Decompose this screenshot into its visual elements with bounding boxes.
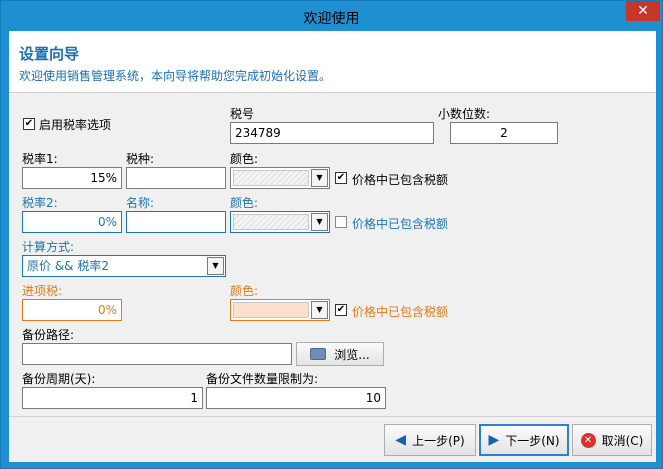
close-button[interactable]: ✕	[626, 1, 660, 21]
wizard-window: 欢迎使用 ✕ 设置向导 欢迎使用销售管理系统，本向导将帮助您完成初始化设置。 ✔…	[0, 0, 663, 469]
color1-swatch	[233, 170, 309, 186]
tax-name-input[interactable]	[126, 211, 226, 233]
include-tax1-checkbox[interactable]: ✔	[335, 172, 347, 184]
chevron-down-icon[interactable]: ▼	[311, 301, 328, 319]
tax-number-input[interactable]: 234789	[230, 122, 434, 144]
color1-label: 颜色:	[230, 152, 259, 166]
tax-name-label: 名称:	[126, 196, 155, 210]
backup-limit-label: 备份文件数量限制为:	[206, 372, 319, 386]
browse-label: 浏览...	[334, 347, 370, 362]
arrow-right-icon: ▶	[488, 432, 500, 448]
chevron-down-icon[interactable]: ▼	[207, 257, 224, 275]
header-panel: 设置向导 欢迎使用销售管理系统，本向导将帮助您完成初始化设置。	[9, 31, 656, 93]
calc-method-select[interactable]: 原价 && 税率2 ▼	[22, 255, 226, 277]
footer-divider	[9, 416, 656, 417]
page-title: 设置向导	[19, 45, 80, 63]
rate2-input[interactable]: 0%	[22, 211, 122, 233]
rate1-input[interactable]: 15%	[22, 167, 122, 189]
input-tax-input[interactable]: 0%	[22, 299, 122, 321]
color3-label: 颜色:	[230, 284, 259, 298]
decimals-input[interactable]: 2	[450, 122, 558, 144]
include-tax2-checkbox[interactable]	[335, 216, 347, 228]
title-bar: 欢迎使用 ✕	[1, 1, 662, 31]
include-tax3-label: 价格中已包含税额	[352, 305, 449, 319]
color1-picker[interactable]: ▼	[230, 167, 330, 189]
color3-swatch	[233, 302, 309, 318]
enable-tax-label: 启用税率选项	[39, 118, 112, 132]
include-tax2-label: 价格中已包含税额	[352, 217, 449, 231]
calc-method-value: 原价 && 税率2	[27, 259, 109, 273]
decimals-label: 小数位数:	[438, 107, 491, 121]
include-tax1-label: 价格中已包含税额	[352, 173, 449, 187]
arrow-left-icon: ◀	[395, 432, 407, 448]
color3-picker[interactable]: ▼	[230, 299, 330, 321]
color2-swatch	[233, 214, 309, 230]
cancel-button[interactable]: ✕ 取消(C)	[572, 424, 652, 456]
include-tax3-checkbox[interactable]: ✔	[335, 304, 347, 316]
tax-number-label: 税号	[230, 107, 255, 121]
backup-period-input[interactable]: 1	[22, 387, 203, 409]
window-title: 欢迎使用	[303, 11, 360, 27]
close-icon: ✕	[637, 3, 649, 19]
next-button-label: 下一步(N)	[505, 433, 560, 448]
calc-method-label: 计算方式:	[22, 240, 75, 254]
prev-button[interactable]: ◀ 上一步(P)	[384, 424, 476, 456]
page-subtitle: 欢迎使用销售管理系统，本向导将帮助您完成初始化设置。	[19, 69, 332, 83]
backup-path-input[interactable]	[22, 343, 292, 365]
chevron-down-icon[interactable]: ▼	[311, 213, 328, 231]
backup-limit-input[interactable]: 10	[206, 387, 386, 409]
color2-label: 颜色:	[230, 196, 259, 210]
tax-type-input[interactable]	[126, 167, 226, 189]
backup-path-label: 备份路径:	[22, 328, 75, 342]
prev-button-label: 上一步(P)	[412, 433, 465, 448]
browse-button[interactable]: 浏览...	[296, 342, 384, 366]
tax-type-label: 税种:	[126, 152, 155, 166]
cancel-button-label: 取消(C)	[601, 433, 644, 448]
enable-tax-checkbox[interactable]: ✔	[23, 118, 35, 130]
input-tax-label: 进项税:	[22, 284, 63, 298]
folder-icon	[310, 348, 327, 360]
color2-picker[interactable]: ▼	[230, 211, 330, 233]
chevron-down-icon[interactable]: ▼	[311, 169, 328, 187]
rate2-label: 税率2:	[22, 196, 58, 210]
backup-period-label: 备份周期(天):	[22, 372, 96, 386]
next-button[interactable]: ▶ 下一步(N)	[479, 424, 569, 456]
rate1-label: 税率1:	[22, 152, 58, 166]
cancel-icon: ✕	[580, 432, 596, 448]
wizard-client-area: 设置向导 欢迎使用销售管理系统，本向导将帮助您完成初始化设置。 ✔ 启用税率选项…	[9, 31, 656, 462]
